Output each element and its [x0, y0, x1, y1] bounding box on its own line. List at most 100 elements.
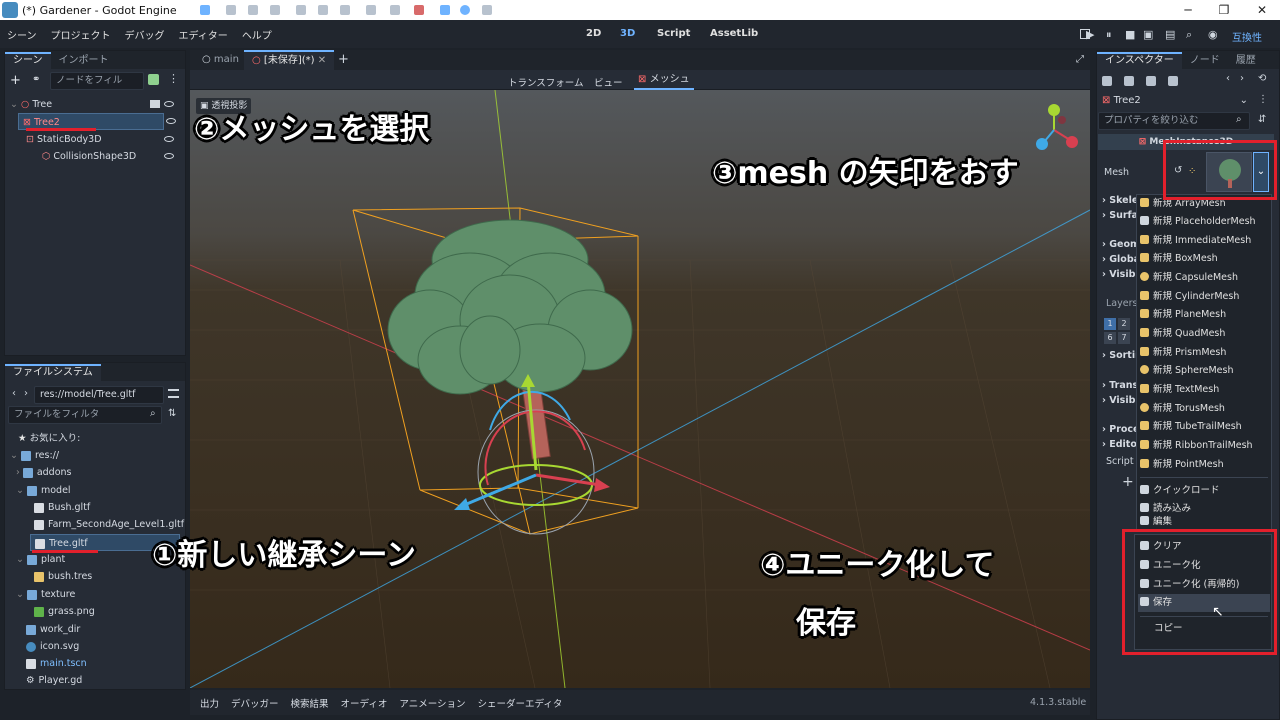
visibility-icon[interactable]	[164, 136, 174, 142]
list-item-addons[interactable]: › addons	[16, 464, 72, 481]
tab-shader-editor[interactable]: シェーダーエディタ	[472, 696, 569, 710]
add-metadata-icon[interactable]: +	[1122, 474, 1134, 490]
transform-menu[interactable]: トランスフォーム	[508, 75, 584, 89]
camera-icon[interactable]	[414, 5, 424, 15]
view-menu[interactable]: ビュー	[594, 75, 623, 89]
add-node-icon[interactable]: +	[10, 73, 21, 88]
fullscreen-icon[interactable]: ⤢	[1076, 54, 1084, 65]
menu-item-textmesh[interactable]: 新規 TextMesh	[1138, 381, 1270, 399]
list-item-bush-tres[interactable]: bush.tres	[34, 568, 92, 585]
list-item-main-tscn[interactable]: main.tscn	[26, 655, 87, 672]
menu-help[interactable]: ヘルプ	[235, 27, 279, 42]
tree-node-tree[interactable]: ⌄ ○ Tree	[10, 96, 182, 113]
menu-item-capsulemesh[interactable]: 新規 CapsuleMesh	[1138, 269, 1270, 287]
new-resource-icon[interactable]	[1102, 76, 1112, 86]
list-item-model[interactable]: ⌄ model	[16, 482, 71, 499]
mode-2d-button[interactable]: 2D	[586, 28, 601, 39]
sun-icon[interactable]	[440, 5, 450, 15]
node-filter-input[interactable]: ノードをフィル	[50, 72, 144, 90]
view-menu-icon[interactable]	[482, 5, 492, 15]
file-filter-input[interactable]: ファイルをフィルタ	[8, 406, 162, 424]
visibility-icon[interactable]	[166, 118, 176, 124]
remote-debug-icon[interactable]: ◉	[1208, 28, 1218, 41]
fs-path-input[interactable]: res://model/Tree.gltf	[34, 386, 164, 404]
tab-output[interactable]: 出力	[194, 696, 225, 710]
tab-unsaved[interactable]: ○ [未保存](*) ✕	[244, 50, 335, 70]
inspected-node-select[interactable]: ⊠ Tree2 ⌄	[1098, 93, 1250, 109]
section-geometry[interactable]: › Geom	[1102, 239, 1140, 250]
mode-3d-button[interactable]: 3D	[620, 28, 635, 39]
menu-item-pointmesh[interactable]: 新規 PointMesh	[1138, 456, 1270, 474]
tree-node-staticbody3d[interactable]: ⊡ StaticBody3D	[26, 131, 182, 148]
list-item-favorites[interactable]: ★ お気に入り:	[18, 430, 80, 447]
layer-7-toggle[interactable]: 7	[1118, 332, 1130, 344]
move-tool-icon[interactable]	[226, 5, 236, 15]
add-tab-icon[interactable]: +	[338, 52, 349, 67]
environment-icon[interactable]	[460, 5, 470, 15]
section-process[interactable]: › Proce	[1102, 424, 1139, 435]
layer-6-toggle[interactable]: 6	[1104, 332, 1116, 344]
resource-menu-icon[interactable]	[1168, 76, 1178, 86]
history-icon[interactable]: ⟲	[1258, 73, 1266, 84]
menu-item-quickload[interactable]: クイックロード	[1138, 482, 1270, 500]
renderer-select[interactable]: 互換性	[1232, 29, 1262, 44]
tab-scene[interactable]: シーン	[5, 52, 51, 69]
visibility-icon[interactable]	[164, 101, 174, 107]
tab-inspector[interactable]: インスペクター	[1097, 52, 1182, 69]
menu-item-quadmesh[interactable]: 新規 QuadMesh	[1138, 325, 1270, 343]
tab-animation[interactable]: アニメーション	[393, 696, 471, 710]
open-resource-icon[interactable]	[1124, 76, 1134, 86]
tab-debugger[interactable]: デバッガー	[225, 696, 285, 710]
movie-maker-icon[interactable]: ⌕	[1186, 28, 1192, 42]
play-icon[interactable]: ▶	[1086, 28, 1094, 41]
list-select-icon[interactable]	[296, 5, 306, 15]
menu-scene[interactable]: シーン	[0, 27, 44, 42]
menu-item-cylindermesh[interactable]: 新規 CylinderMesh	[1138, 288, 1270, 306]
menu-debug[interactable]: デバッグ	[118, 27, 172, 42]
instance-scene-icon[interactable]	[148, 74, 159, 85]
tab-import[interactable]: インポート	[51, 52, 117, 69]
tab-audio[interactable]: オーディオ	[335, 696, 394, 710]
stop-icon[interactable]: ■	[1125, 28, 1135, 41]
play-scene-icon[interactable]: ▣	[1143, 28, 1153, 41]
forward-icon[interactable]: ›	[24, 388, 28, 399]
select-tool-icon[interactable]	[200, 5, 210, 15]
property-filter-input[interactable]: プロパティを絞り込む	[1098, 112, 1250, 130]
tree-node-collisionshape3d[interactable]: ⬡ CollisionShape3D	[42, 148, 182, 165]
history-forward-icon[interactable]: ›	[1240, 73, 1244, 84]
menu-item-spheremesh[interactable]: 新規 SphereMesh	[1138, 362, 1270, 380]
menu-item-immediatemesh[interactable]: 新規 ImmediateMesh	[1138, 232, 1270, 250]
visibility-icon[interactable]	[164, 153, 174, 159]
close-icon[interactable]: ✕	[1244, 0, 1280, 20]
local-space-icon[interactable]	[366, 5, 376, 15]
save-resource-icon[interactable]	[1146, 76, 1156, 86]
menu-item-planemesh[interactable]: 新規 PlaneMesh	[1138, 306, 1270, 324]
group-icon[interactable]	[340, 5, 350, 15]
minimize-icon[interactable]: ─	[1170, 0, 1206, 20]
pause-icon[interactable]: ⏸	[1106, 28, 1112, 42]
menu-editor[interactable]: エディター	[172, 27, 235, 42]
tab-node[interactable]: ノード	[1182, 52, 1228, 69]
list-item-bush-gltf[interactable]: Bush.gltf	[34, 499, 90, 516]
menu-item-boxmesh[interactable]: 新規 BoxMesh	[1138, 250, 1270, 268]
scene-menu-icon[interactable]: ⋮	[168, 72, 179, 85]
play-custom-scene-icon[interactable]: ▤	[1165, 28, 1175, 41]
list-item-texture[interactable]: ⌄ texture	[16, 586, 75, 603]
link-icon[interactable]: ⚭	[32, 74, 40, 85]
menu-item-edit[interactable]: 編集	[1138, 516, 1270, 528]
sort-icon[interactable]: ⇅	[168, 408, 176, 419]
inspector-menu-icon[interactable]: ⋮	[1258, 94, 1268, 105]
tab-main[interactable]: ○ main	[194, 50, 247, 70]
layer-1-toggle[interactable]: 1	[1104, 318, 1116, 330]
tab-search-results[interactable]: 検索結果	[285, 696, 335, 710]
scene-movie-icon[interactable]	[150, 100, 160, 108]
list-item-res[interactable]: ⌄ res://	[10, 447, 59, 464]
history-back-icon[interactable]: ‹	[1226, 73, 1230, 84]
menu-item-tubetrailmesh[interactable]: 新規 TubeTrailMesh	[1138, 418, 1270, 436]
tab-history[interactable]: 履歴	[1228, 52, 1264, 69]
lock-icon[interactable]	[318, 5, 328, 15]
mode-assetlib-button[interactable]: AssetLib	[710, 28, 758, 39]
menu-item-prismmesh[interactable]: 新規 PrismMesh	[1138, 344, 1270, 362]
menu-project[interactable]: プロジェクト	[44, 27, 118, 42]
tab-filesystem[interactable]: ファイルシステム	[5, 364, 101, 381]
